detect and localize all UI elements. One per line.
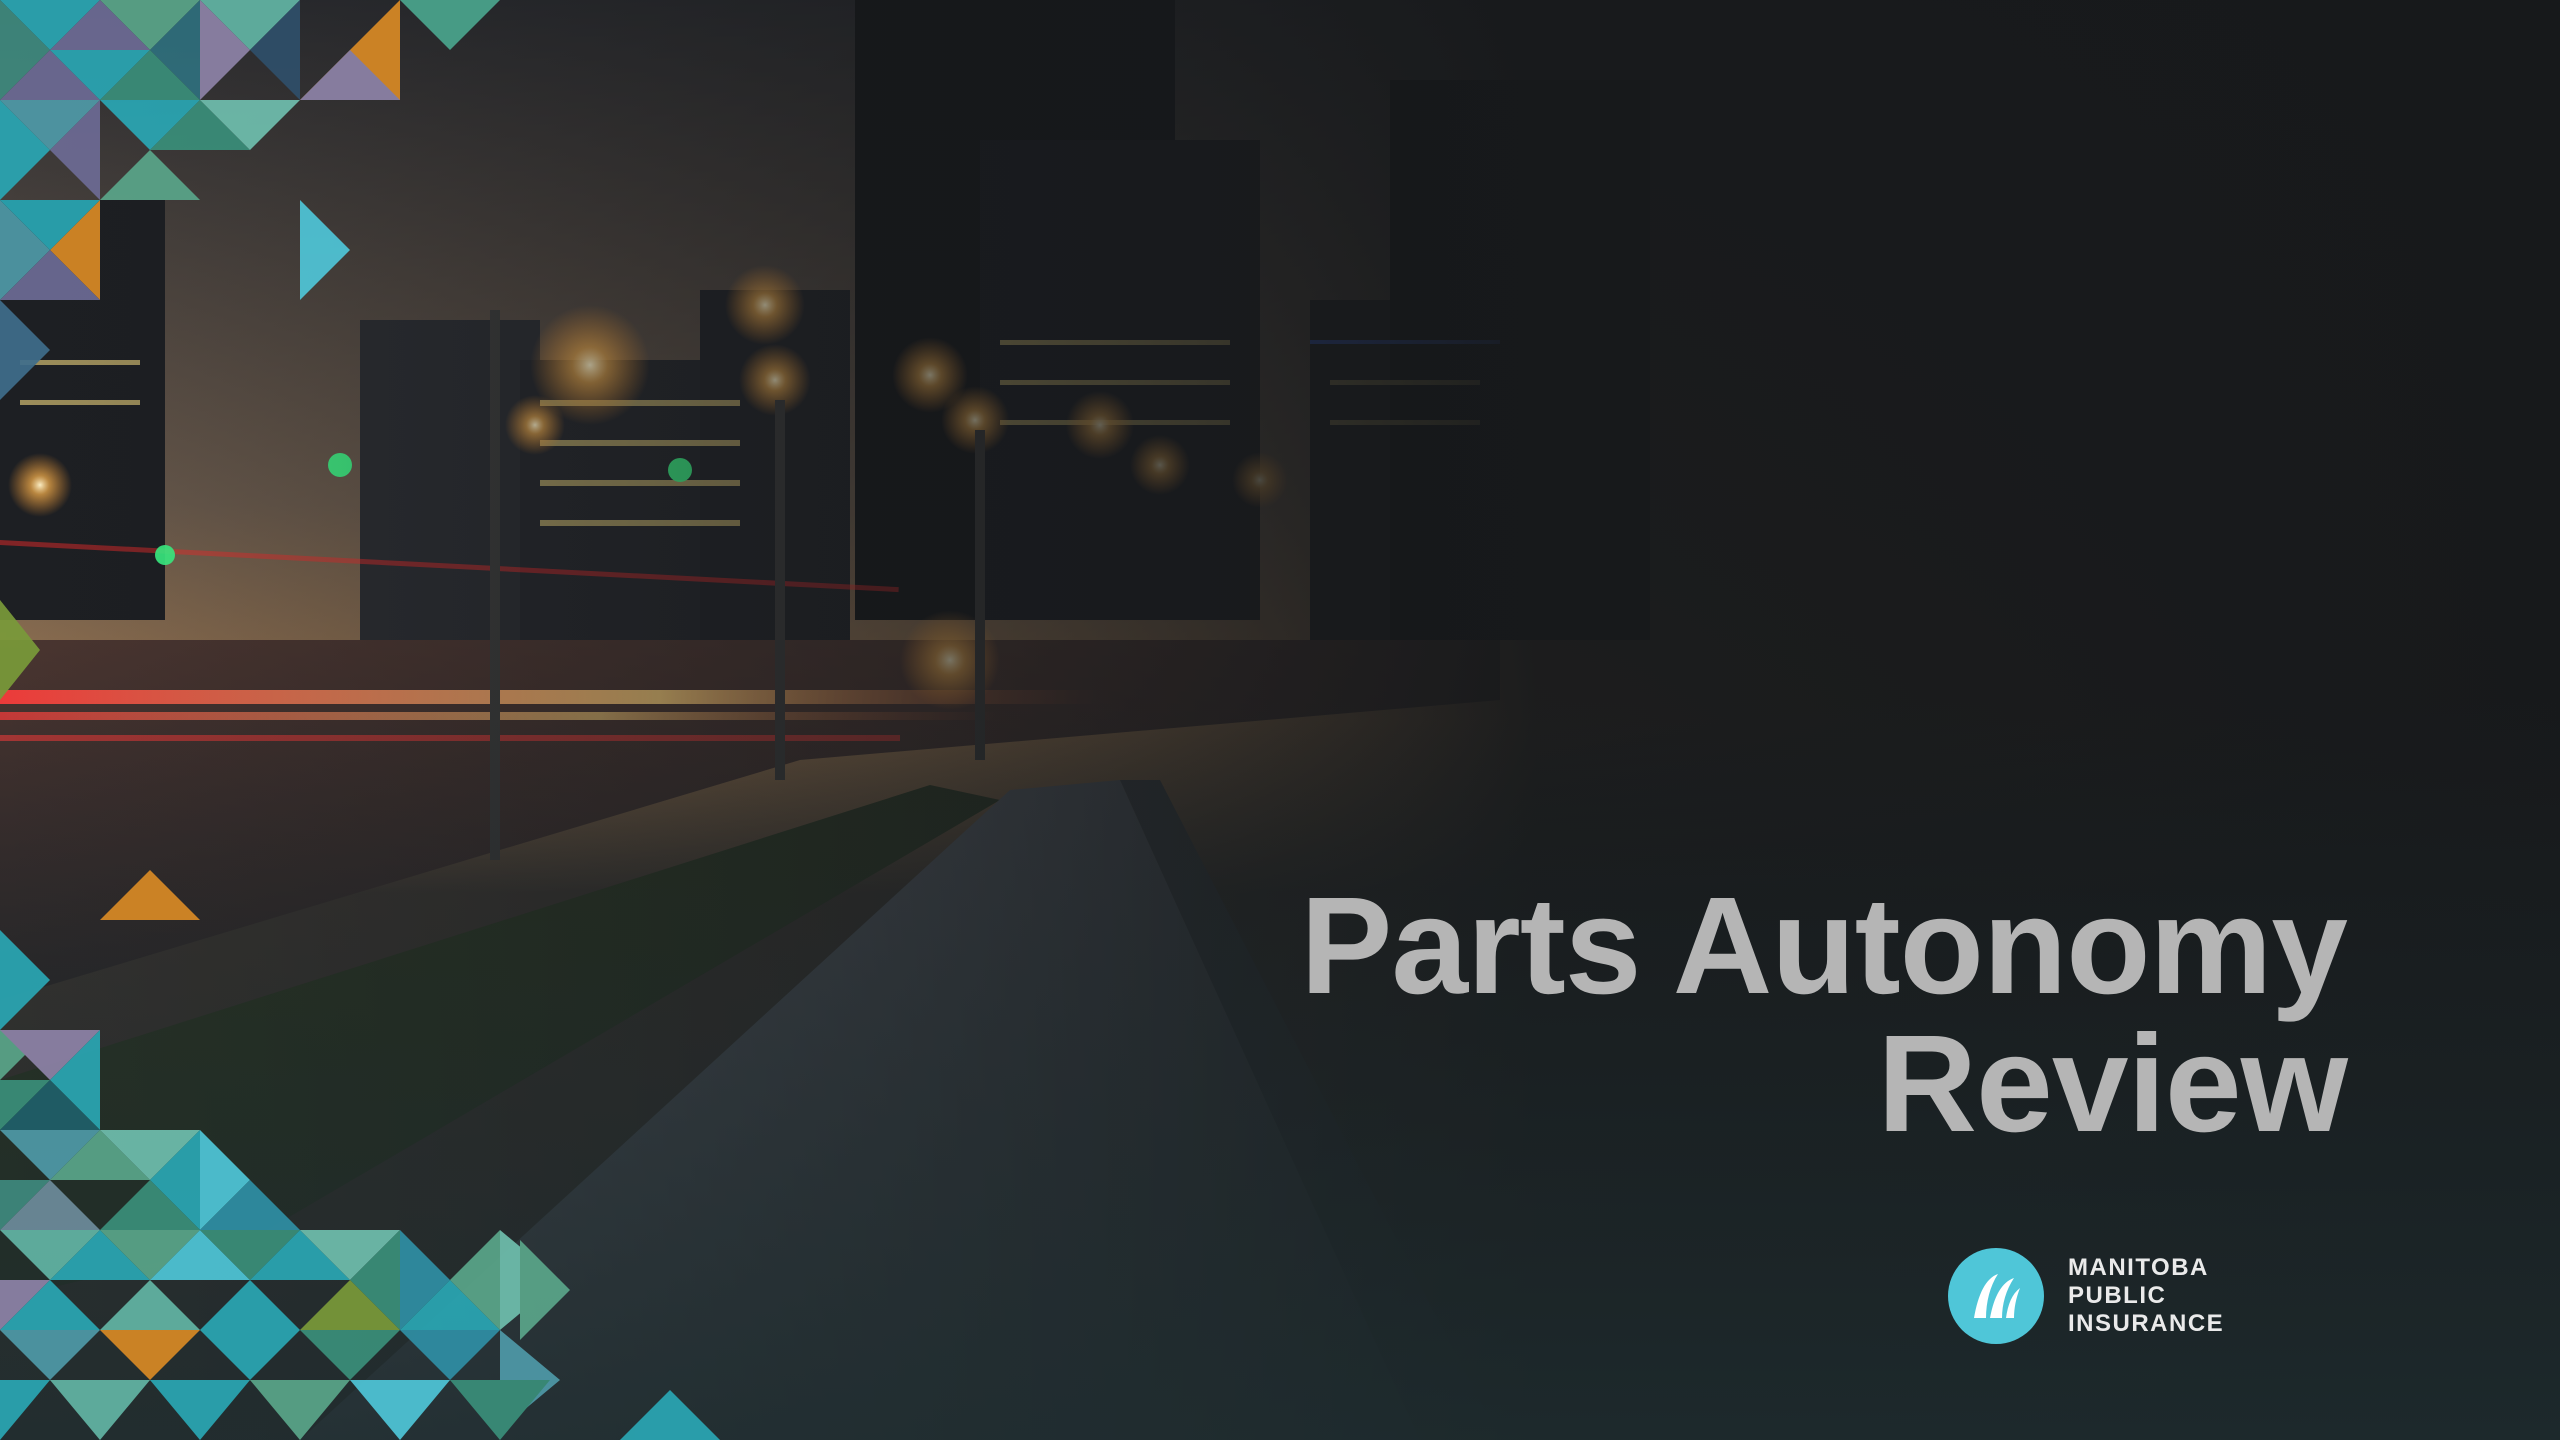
logo-wordmark: MANITOBA PUBLIC INSURANCE	[2068, 1254, 2328, 1338]
logo-line-1: MANITOBA	[2068, 1254, 2209, 1281]
slide-title-line-1: Parts Autonomy	[1300, 869, 2348, 1024]
mpi-logo-icon	[1948, 1248, 2044, 1344]
background-photo	[0, 0, 2560, 1440]
slide-title: Parts Autonomy Review	[1300, 869, 2348, 1162]
logo-line-2: PUBLIC INSURANCE	[2068, 1282, 2225, 1337]
slide-title-line-2: Review	[1877, 1007, 2348, 1162]
title-slide: Parts Autonomy Review MANITOBA PUBLIC IN…	[0, 0, 2560, 1440]
company-logo: MANITOBA PUBLIC INSURANCE	[1948, 1247, 2328, 1345]
